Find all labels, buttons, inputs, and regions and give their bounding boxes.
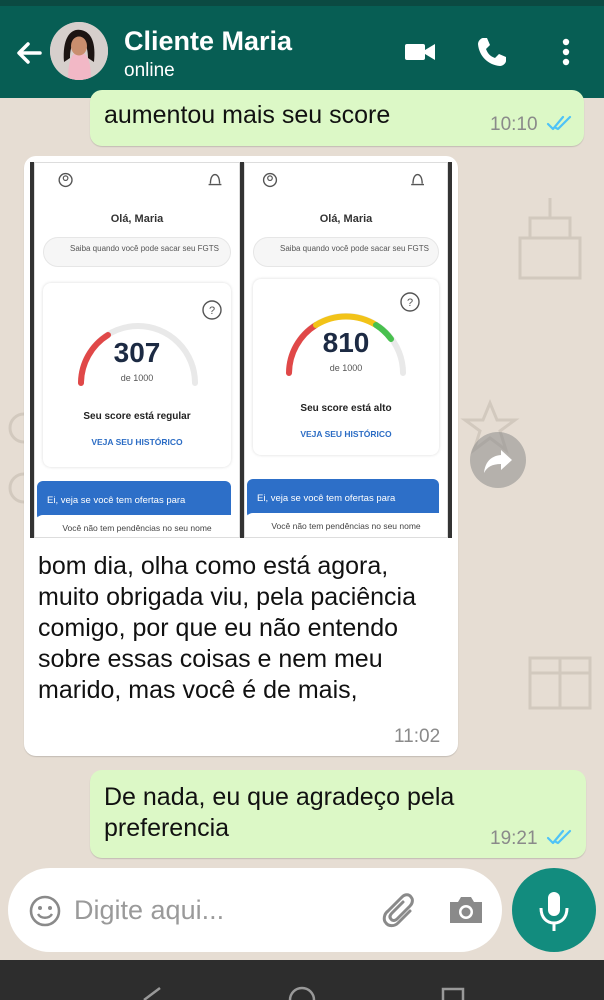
message-composer: Digite aqui... [8, 868, 502, 952]
score-status: Seu score está regular [83, 411, 191, 422]
message-line: marido, mas você é de mais, [38, 676, 358, 704]
microphone-icon [539, 892, 569, 931]
message-text: aumentou mais seu score [104, 101, 391, 129]
fgts-banner: Saiba quando você pode sacar seu FGTS [253, 237, 439, 267]
voice-message-button[interactable] [512, 868, 596, 952]
double-check-icon [546, 115, 572, 131]
wallpaper-doodle-icon [518, 198, 582, 280]
outgoing-message[interactable]: De nada, eu que agradeço pela preferenci… [90, 770, 586, 858]
score-status: Seu score está alto [300, 403, 392, 414]
message-line: De nada, eu que agradeço pela [104, 783, 455, 811]
history-link: VEJA SEU HISTÓRICO [91, 437, 183, 447]
message-input[interactable]: Digite aqui... [74, 895, 224, 926]
nav-recents-icon[interactable] [440, 986, 466, 1000]
camera-icon[interactable] [446, 892, 486, 928]
message-line: bom dia, olha como está agora, [38, 552, 389, 580]
score-screenshot-before: Olá, Maria Saiba quando você pode sacar … [34, 162, 240, 538]
score-screenshot-after: Olá, Maria Saiba quando você pode sacar … [244, 162, 448, 538]
double-check-icon [546, 829, 572, 845]
forward-button[interactable] [470, 432, 526, 488]
svg-text:?: ? [209, 305, 215, 317]
history-link: VEJA SEU HISTÓRICO [300, 429, 392, 439]
attached-image[interactable]: Olá, Maria Saiba quando você pode sacar … [30, 162, 452, 538]
more-options-icon[interactable] [548, 34, 584, 70]
system-navigation-bar [0, 960, 604, 1000]
video-call-icon[interactable] [402, 34, 438, 70]
score-card: ? 810 de 1000 Seu score está alto VEJA S… [253, 279, 439, 455]
forward-icon [484, 450, 512, 473]
app-top-icons [58, 172, 222, 188]
message-time: 19:21 [490, 828, 538, 849]
pending-text: Você não tem pendências no seu nome [35, 515, 239, 537]
fgts-banner: Saiba quando você pode sacar seu FGTS [43, 237, 231, 267]
chat-header: Cliente Maria online [0, 6, 604, 98]
message-line: comigo, por que eu não entendo [38, 614, 398, 642]
wallpaper-doodle-icon [528, 656, 592, 710]
score-value: 307 [113, 337, 161, 368]
greeting-text: Olá, Maria [319, 213, 373, 225]
message-line: preferencia [104, 814, 230, 842]
message-text: bom dia, olha como está agora, muito obr… [38, 551, 450, 706]
message-time: 11:02 [394, 726, 441, 747]
score-scale: de 1000 [120, 373, 154, 383]
attach-paperclip-icon[interactable] [380, 890, 422, 932]
nav-back-icon[interactable] [138, 986, 164, 1000]
message-line: sobre essas coisas e nem meu [38, 645, 383, 673]
pending-text: Você não tem pendências no seu nome [245, 513, 447, 537]
outgoing-message[interactable]: aumentou mais seu score 10:10 [90, 90, 584, 146]
emoji-icon[interactable] [28, 894, 62, 928]
incoming-message[interactable]: Olá, Maria Saiba quando você pode sacar … [24, 156, 458, 756]
score-card: ? 307 de 1000 Seu score está regular VEJ… [43, 283, 231, 467]
back-arrow-icon[interactable] [12, 36, 46, 70]
message-time: 10:10 [490, 114, 538, 135]
score-scale: de 1000 [329, 363, 363, 373]
contact-name[interactable]: Cliente Maria [124, 26, 292, 57]
contact-status: online [124, 60, 175, 81]
greeting-text: Olá, Maria [110, 213, 164, 225]
app-top-icons [262, 172, 424, 188]
message-text: De nada, eu que agradeço pela preferenci… [104, 782, 454, 844]
message-line: muito obrigada viu, pela paciência [38, 583, 417, 611]
phone-icon[interactable] [474, 34, 510, 70]
avatar[interactable] [50, 22, 108, 80]
nav-home-icon[interactable] [286, 986, 318, 1000]
score-value: 810 [322, 327, 370, 358]
